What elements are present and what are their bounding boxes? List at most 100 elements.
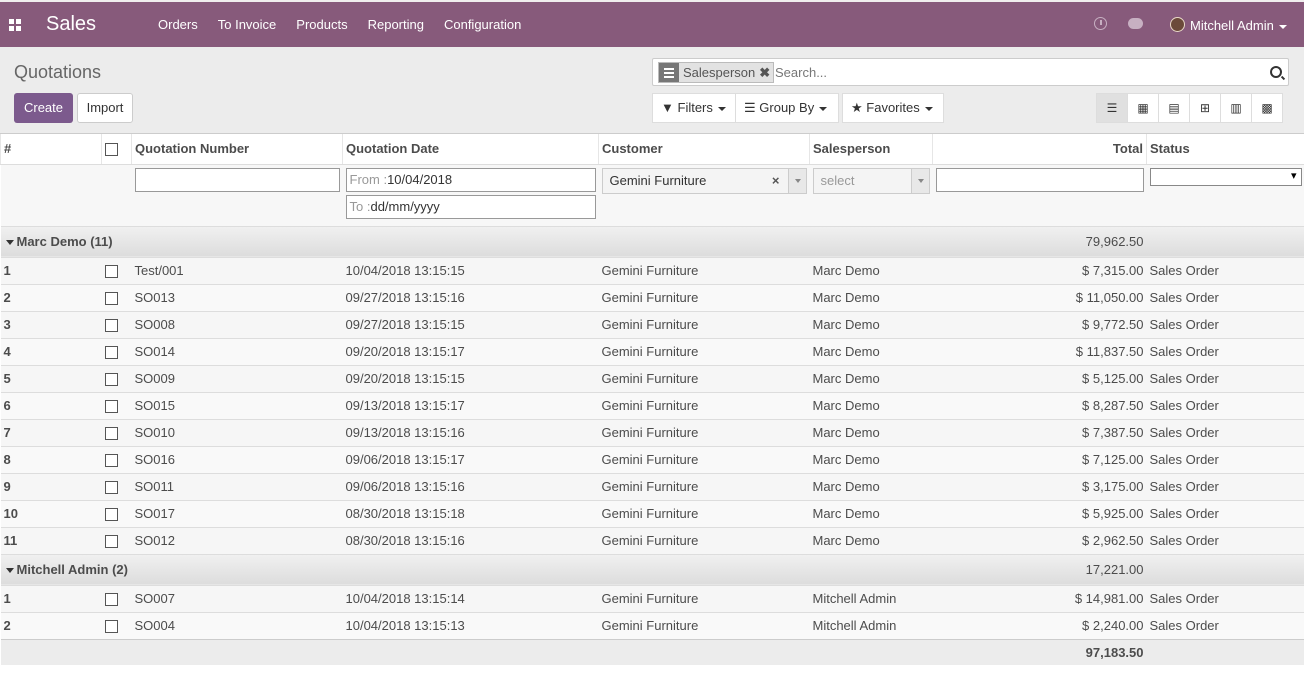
- status-filter-dropdown[interactable]: [1149, 167, 1302, 186]
- activity-view-icon[interactable]: ▩: [1251, 93, 1283, 123]
- kanban-view-icon[interactable]: ▦: [1127, 93, 1159, 123]
- table-row[interactable]: 3 SO008 09/27/2018 13:15:15 Gemini Furnitur…: [0, 310, 1304, 338]
- table-footer: 97,183.50: [0, 638, 1304, 665]
- cell-total: $ 9,772.50: [932, 310, 1147, 338]
- menu-to-invoice[interactable]: To Invoice: [218, 17, 277, 32]
- dropdown-arrow-icon[interactable]: [787, 168, 806, 193]
- filters-button[interactable]: ▼ Filters: [652, 93, 736, 123]
- table-row[interactable]: 11 SO012 08/30/2018 13:15:16 Gemini Furnitu…: [0, 526, 1304, 554]
- cell-quotation-number: SO013: [131, 283, 343, 311]
- cell-total: $ 2,962.50: [932, 526, 1147, 554]
- row-checkbox[interactable]: [104, 508, 118, 522]
- activity-clock-icon[interactable]: [1094, 17, 1107, 30]
- date-from-label: From :: [349, 171, 388, 187]
- salesperson-filter-select[interactable]: select: [812, 167, 930, 194]
- row-checkbox[interactable]: [104, 265, 118, 279]
- table-row[interactable]: 9 SO011 09/06/2018 13:15:16 Gemini Furnitur…: [0, 472, 1304, 500]
- menu-configuration[interactable]: Configuration: [444, 17, 521, 32]
- customer-filter-value: Gemini Furniture: [609, 172, 707, 188]
- menu-products[interactable]: Products: [296, 17, 347, 32]
- app-title[interactable]: Sales: [46, 13, 96, 36]
- cell-salesperson: Marc Demo: [809, 283, 933, 311]
- group-row[interactable]: Mitchell Admin (2) 17,221.00: [0, 553, 1304, 585]
- cell-customer: Gemini Furniture: [598, 283, 810, 311]
- graph-view-icon[interactable]: ▥: [1220, 93, 1252, 123]
- row-checkbox[interactable]: [104, 346, 118, 360]
- table-row[interactable]: 10 SO017 08/30/2018 13:15:18 Gemini Furnitu…: [0, 499, 1304, 527]
- column-quotation-date[interactable]: Quotation Date: [342, 134, 599, 165]
- row-checkbox[interactable]: [104, 535, 118, 549]
- table-row[interactable]: 1 SO007 10/04/2018 13:15:14 Gemini Furnitur…: [0, 584, 1304, 612]
- search-input[interactable]: Search...: [775, 65, 827, 80]
- import-button[interactable]: Import: [77, 93, 133, 123]
- chevron-down-icon: [924, 106, 933, 111]
- group-name: Marc Demo (11): [16, 234, 113, 249]
- group-by-button[interactable]: ☰ Group By: [735, 93, 839, 123]
- favorites-button[interactable]: ★ Favorites: [842, 93, 944, 123]
- cell-customer: Gemini Furniture: [598, 310, 810, 338]
- row-checkbox[interactable]: [104, 400, 118, 414]
- column-salesperson[interactable]: Salesperson: [809, 134, 933, 165]
- row-checkbox[interactable]: [104, 427, 118, 441]
- pivot-view-icon[interactable]: ⊞: [1189, 93, 1221, 123]
- row-checkbox[interactable]: [104, 481, 118, 495]
- table-row[interactable]: 2 SO004 10/04/2018 13:15:13 Gemini Furnitur…: [0, 611, 1304, 639]
- table-row[interactable]: 4 SO014 09/20/2018 13:15:17 Gemini Furnitur…: [0, 337, 1304, 365]
- row-index: 6: [0, 391, 102, 419]
- table-row[interactable]: 1 Test/001 10/04/2018 13:15:15 Gemini Furni…: [0, 256, 1304, 284]
- menu-reporting[interactable]: Reporting: [368, 17, 424, 32]
- table-row[interactable]: 2 SO013 09/27/2018 13:15:16 Gemini Furnitur…: [0, 283, 1304, 311]
- calendar-view-icon[interactable]: ▤: [1158, 93, 1190, 123]
- column-total[interactable]: Total: [932, 134, 1147, 165]
- column-quotation-number[interactable]: Quotation Number: [131, 134, 343, 165]
- facet-remove-icon[interactable]: ✖: [759, 65, 773, 81]
- table-row[interactable]: 6 SO015 09/13/2018 13:15:17 Gemini Furnitur…: [0, 391, 1304, 419]
- search-icon[interactable]: [1270, 66, 1282, 78]
- row-checkbox[interactable]: [104, 373, 118, 387]
- cell-quotation-date: 09/06/2018 13:15:17: [342, 445, 599, 473]
- menu-orders[interactable]: Orders: [158, 17, 198, 32]
- column-customer[interactable]: Customer: [598, 134, 810, 165]
- cell-salesperson: Marc Demo: [809, 310, 933, 338]
- date-from-value: 10/04/2018: [387, 171, 453, 187]
- group-row[interactable]: Marc Demo (11) 79,962.50: [0, 225, 1304, 257]
- list-icon: [659, 63, 679, 82]
- list-view-icon[interactable]: ☰: [1096, 93, 1128, 123]
- control-panel: Quotations Create Import Salesperson ✖ S…: [0, 47, 1304, 134]
- table-row[interactable]: 7 SO010 09/13/2018 13:15:16 Gemini Furnitur…: [0, 418, 1304, 446]
- row-checkbox[interactable]: [104, 620, 118, 634]
- user-menu[interactable]: Mitchell Admin: [1190, 18, 1287, 33]
- search-facet: Salesperson ✖: [658, 62, 775, 83]
- column-status[interactable]: Status: [1146, 134, 1304, 165]
- cell-quotation-date: 09/27/2018 13:15:15: [342, 310, 599, 338]
- table-row[interactable]: 5 SO009 09/20/2018 13:15:15 Gemini Furnitur…: [0, 364, 1304, 392]
- row-checkbox[interactable]: [104, 292, 118, 306]
- row-index: 10: [0, 499, 102, 527]
- date-to-input[interactable]: To :dd/mm/yyyy: [345, 194, 596, 219]
- row-checkbox[interactable]: [104, 319, 118, 333]
- row-checkbox[interactable]: [104, 593, 118, 607]
- table-row[interactable]: 8 SO016 09/06/2018 13:15:17 Gemini Furnitur…: [0, 445, 1304, 473]
- user-avatar[interactable]: [1170, 17, 1185, 32]
- chevron-down-icon: [819, 106, 828, 111]
- chevron-down-icon: [1278, 24, 1287, 29]
- cell-status: Sales Order: [1146, 337, 1304, 365]
- cell-salesperson: Marc Demo: [809, 337, 933, 365]
- cell-total: $ 7,125.00: [932, 445, 1147, 473]
- row-checkbox[interactable]: [104, 454, 118, 468]
- dropdown-arrow-icon[interactable]: [910, 168, 929, 193]
- select-all-checkbox[interactable]: [105, 143, 118, 157]
- cell-customer: Gemini Furniture: [598, 337, 810, 365]
- cell-salesperson: Marc Demo: [809, 256, 933, 284]
- discuss-chat-icon[interactable]: [1128, 18, 1143, 29]
- create-button[interactable]: Create: [14, 93, 73, 123]
- search-box[interactable]: Salesperson ✖ Search...: [652, 58, 1289, 86]
- select-all-cell: [101, 134, 132, 165]
- total-filter-input[interactable]: [935, 167, 1144, 192]
- customer-filter-select[interactable]: Gemini Furniture ×: [601, 167, 807, 194]
- date-from-input[interactable]: From :10/04/2018: [345, 167, 596, 192]
- clear-icon[interactable]: ×: [772, 169, 780, 193]
- cell-quotation-date: 10/04/2018 13:15:13: [342, 611, 599, 639]
- apps-grid-icon[interactable]: [9, 19, 21, 31]
- quotation-number-filter-input[interactable]: [134, 167, 340, 192]
